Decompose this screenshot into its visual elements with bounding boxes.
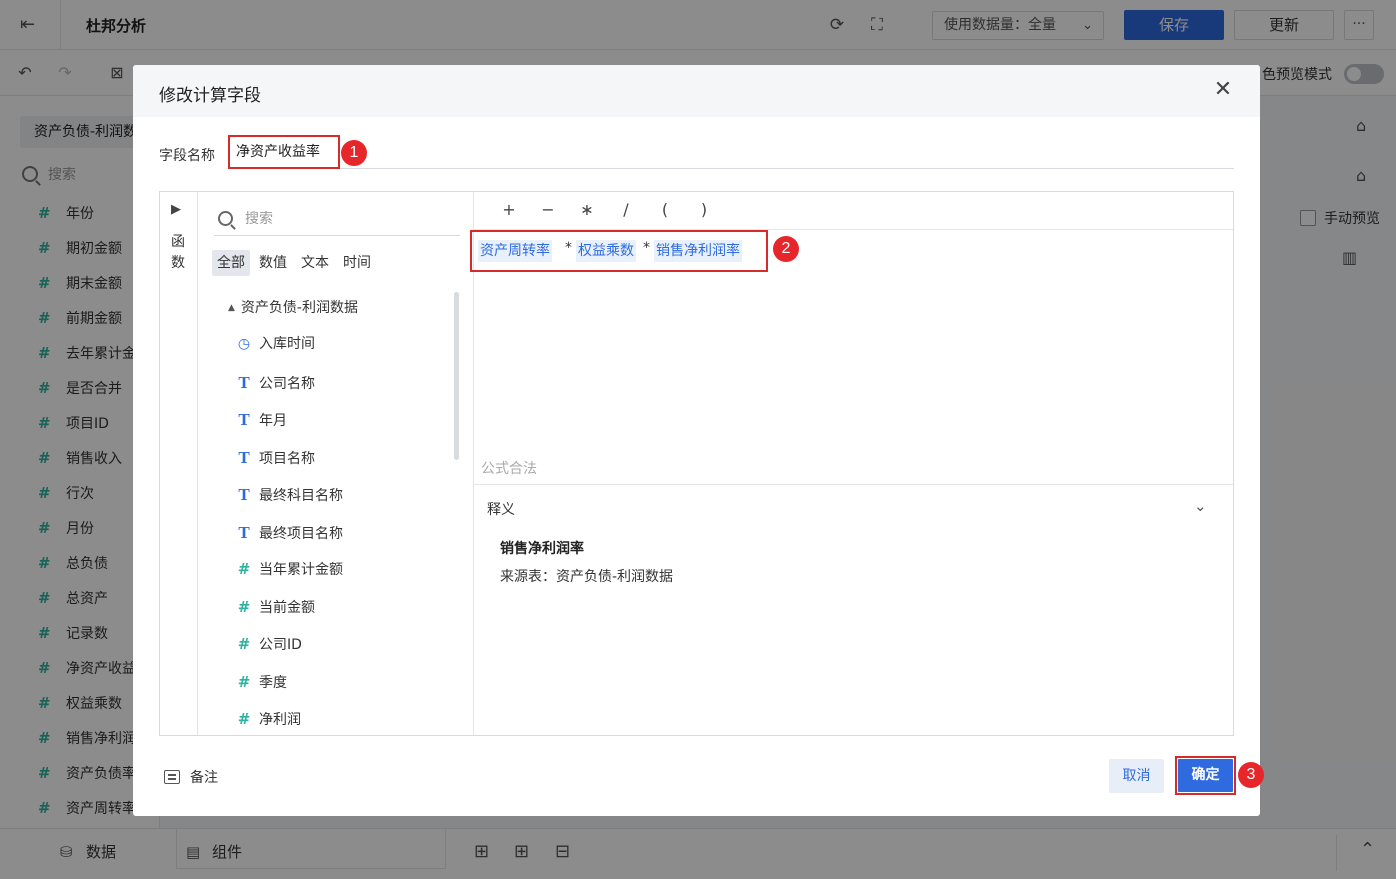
clock-icon: ◷ [237, 336, 251, 352]
tree-field-item[interactable]: ◷ 入库时间 [228, 326, 458, 364]
operator-button[interactable]: / [616, 200, 636, 219]
chevron-down-icon[interactable]: ⌄ [1194, 497, 1207, 515]
tree-field-label: 最终科目名称 [259, 488, 343, 504]
field-list-scrollbar[interactable] [454, 292, 459, 460]
tree-field-label: 季度 [259, 674, 287, 691]
tree-field-label: 当前金额 [259, 599, 315, 616]
notes-label: 备注 [190, 770, 218, 786]
operator-button[interactable]: + [499, 200, 519, 219]
confirm-highlight: 确定 [1175, 756, 1236, 795]
operator-button[interactable]: ( [655, 200, 675, 219]
dialog-header: 修改计算字段 ✕ [133, 65, 1260, 117]
tree-field-item[interactable]: T 最终科目名称 [228, 476, 458, 514]
tree-root-label: 资产负债-利润数据 [240, 300, 358, 316]
text-field-icon: T [238, 522, 250, 542]
tree-field-label: 公司ID [259, 637, 302, 653]
formula-token[interactable]: 销售净利润率 [654, 240, 742, 262]
number-field-icon: # [237, 710, 251, 728]
explanation-title: 释义 [487, 502, 515, 518]
tree-field-item[interactable]: # 当年累计金额 [228, 551, 458, 589]
tree-field-label: 净利润 [259, 712, 301, 728]
operator-bar: + − ∗ / () [474, 192, 1233, 230]
tree-field-label: 最终项目名称 [259, 525, 343, 542]
expand-functions-icon[interactable]: ▶ [171, 202, 181, 217]
formula-token[interactable]: 权益乘数 [576, 240, 636, 262]
close-icon[interactable]: ✕ [1212, 79, 1234, 101]
search-placeholder: 搜索 [245, 211, 273, 227]
number-field-icon: # [237, 597, 251, 616]
text-field-icon: T [238, 410, 250, 429]
caret-down-icon: ▲ [228, 303, 235, 313]
function-strip[interactable]: ▶ 函数 [160, 192, 198, 735]
field-type-tabs: 全部 数值 文本 时间 [212, 250, 380, 276]
field-type-tab[interactable]: 时间 [338, 250, 376, 276]
tree-field-item[interactable]: # 净利润 [228, 701, 458, 735]
number-field-icon: # [237, 560, 251, 578]
tree-field-label: 项目名称 [259, 450, 315, 467]
tree-field-label: 公司名称 [259, 375, 315, 392]
field-name-underline [340, 168, 1234, 169]
search-icon [218, 211, 233, 226]
tree-field-item[interactable]: # 季度 [228, 664, 458, 702]
formula-operator: * [643, 240, 650, 256]
annotation-badge-2: 2 [773, 236, 799, 262]
tree-field-label: 入库时间 [259, 336, 315, 352]
field-type-tab[interactable]: 文本 [296, 250, 334, 276]
tree-field-item[interactable]: T 公司名称 [228, 364, 458, 402]
tree-field-item[interactable]: # 公司ID [228, 626, 458, 664]
text-field-icon: T [238, 372, 250, 392]
text-field-icon: T [238, 485, 250, 504]
formula-editor: ▶ 函数 搜索 全部 数值 文本 时间 ▲ 资产负债-利润数据 ◷ 入库时间 T 公司名称 T 年… [159, 191, 1234, 736]
tree-field-item[interactable]: T 年月 [228, 401, 458, 439]
explanation-field-name: 销售净利润率 [500, 541, 584, 557]
field-type-tab[interactable]: 全部 [212, 250, 250, 276]
field-selector-viewport: 搜索 全部 数值 文本 时间 ▲ 资产负债-利润数据 ◷ 入库时间 T 公司名称 T 年月 T 项目名… [198, 192, 474, 735]
number-field-icon: # [237, 635, 251, 653]
field-type-tab[interactable]: 数值 [254, 250, 292, 276]
tree-field-item[interactable]: T 最终项目名称 [228, 514, 458, 552]
tree-root[interactable]: ▲ 资产负债-利润数据 [228, 290, 458, 326]
operator-button[interactable]: ) [694, 200, 714, 219]
formula-token[interactable]: 资产周转率 [478, 240, 552, 262]
annotation-badge-1: 1 [341, 140, 367, 166]
explanation-panel: 释义 ⌄ 销售净利润率 来源表：资产负债-利润数据 [474, 484, 1233, 735]
explanation-source: 来源表：资产负债-利润数据 [500, 569, 674, 585]
number-field-icon: # [237, 672, 251, 691]
operator-button[interactable]: − [538, 200, 558, 219]
tree-leaves: ◷ 入库时间 T 公司名称 T 年月 T 项目名称 T 最终科目名称 T 最终项目名称 # 当年累计金额 #… [228, 326, 458, 735]
formula-expression[interactable]: 资产周转率 * 权益乘数 * 销售净利润率 [470, 230, 768, 272]
field-selector: 搜索 全部 数值 文本 时间 ▲ 资产负债-利润数据 ◷ 入库时间 T 公司名称 T 年月 T 项目名… [198, 192, 474, 735]
dialog-title: 修改计算字段 [159, 86, 261, 106]
tree-field-label: 当年累计金额 [259, 562, 343, 578]
annotation-badge-3: 3 [1238, 762, 1264, 788]
field-tree: ▲ 资产负债-利润数据 ◷ 入库时间 T 公司名称 T 年月 T 项目名称 T 最终科目名称 T 最终项… [228, 290, 458, 735]
notes-button[interactable]: 备注 [164, 767, 218, 787]
tree-field-label: 年月 [259, 413, 287, 429]
tree-field-item[interactable]: T 项目名称 [228, 439, 458, 477]
tree-field-item[interactable]: # 当前金额 [228, 589, 458, 627]
formula-area: + − ∗ / () 资产周转率 * 权益乘数 * 销售净利润率 公式合法 释义 ⌄ 销… [470, 192, 1233, 735]
confirm-button[interactable]: 确定 [1178, 759, 1233, 792]
field-search-input[interactable]: 搜索 [214, 208, 460, 236]
operator-button[interactable]: ∗ [577, 200, 597, 219]
formula-operator: * [565, 240, 572, 256]
cancel-button[interactable]: 取消 [1109, 759, 1164, 793]
function-strip-label: 函数 [171, 234, 185, 271]
field-name-input[interactable]: 净资产收益率 [228, 135, 340, 169]
field-name-label: 字段名称 [159, 148, 215, 164]
text-field-icon: T [238, 447, 250, 467]
formula-status: 公式合法 [481, 461, 537, 477]
comment-icon [164, 770, 180, 784]
edit-calculated-field-dialog: 修改计算字段 ✕ 字段名称 净资产收益率 1 ▶ 函数 搜索 全部 数值 文本 时间 … [133, 65, 1264, 816]
